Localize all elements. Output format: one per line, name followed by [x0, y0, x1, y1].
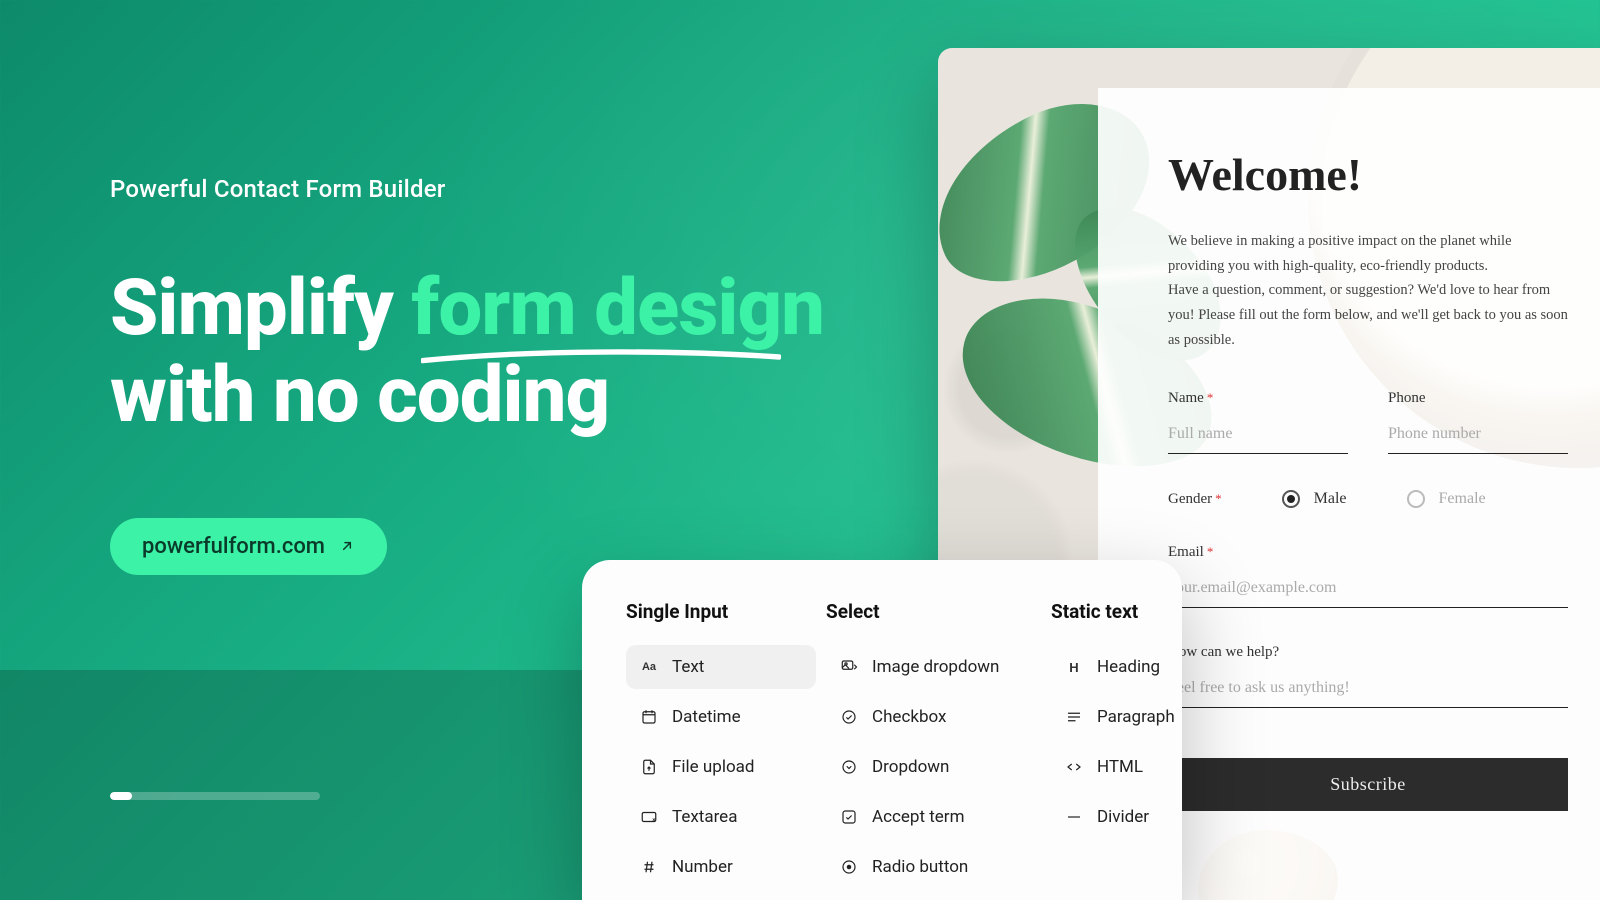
cta-button[interactable]: powerfulform.com: [110, 518, 387, 575]
palette-item-label: Number: [672, 857, 733, 877]
calendar-icon: [640, 708, 658, 726]
palette-item-number[interactable]: Number: [626, 845, 816, 889]
palette-item-text[interactable]: Aa Text: [626, 645, 816, 689]
email-input[interactable]: [1168, 573, 1568, 608]
palette-item-label: Image dropdown: [872, 657, 999, 677]
palette-item-textarea[interactable]: Textarea: [626, 795, 816, 839]
textarea-icon: [640, 808, 658, 826]
elements-palette: Single Input Aa Text Datetime File uploa…: [582, 560, 1182, 900]
palette-item-label: Heading: [1097, 657, 1160, 677]
palette-item-label: Radio button: [872, 857, 968, 877]
email-label: Email*: [1168, 544, 1568, 561]
form-title: Welcome!: [1168, 148, 1568, 201]
palette-item-accept-term[interactable]: Accept term: [826, 795, 1041, 839]
palette-item-image-dropdown[interactable]: Image dropdown: [826, 645, 1041, 689]
palette-item-label: Dropdown: [872, 757, 949, 777]
palette-item-label: Text: [672, 657, 704, 677]
gender-female-radio[interactable]: Female: [1407, 490, 1486, 508]
underline-swoosh-icon: [421, 348, 781, 366]
headline-highlight-text: form design: [411, 263, 824, 354]
gender-male-label: Male: [1314, 490, 1347, 508]
carousel-progress-fill: [110, 792, 132, 800]
name-label: Name*: [1168, 390, 1348, 407]
gender-male-radio[interactable]: Male: [1282, 490, 1347, 508]
divider-icon: [1065, 808, 1083, 826]
palette-item-file-upload[interactable]: File upload: [626, 745, 816, 789]
eyebrow-text: Powerful Contact Form Builder: [110, 175, 824, 203]
palette-item-label: Divider: [1097, 807, 1149, 827]
text-icon: Aa: [640, 658, 658, 676]
palette-col-static-text: Static text H Heading Paragraph HTML Div…: [1051, 600, 1182, 900]
paragraph-icon: [1065, 708, 1083, 726]
hero-section: Powerful Contact Form Builder Simplify f…: [110, 175, 824, 575]
form-intro-line2: Have a question, comment, or suggestion?…: [1168, 282, 1568, 347]
palette-item-label: Textarea: [672, 807, 737, 827]
palette-item-checkbox[interactable]: Checkbox: [826, 695, 1041, 739]
arrow-up-right-icon: [339, 538, 355, 554]
image-dropdown-icon: [840, 658, 858, 676]
palette-item-datetime[interactable]: Datetime: [626, 695, 816, 739]
palette-item-label: Paragraph: [1097, 707, 1175, 727]
file-upload-icon: [640, 758, 658, 776]
palette-item-divider[interactable]: Divider: [1051, 795, 1182, 839]
help-input[interactable]: [1168, 673, 1568, 708]
gender-female-label: Female: [1439, 490, 1486, 508]
name-input[interactable]: [1168, 419, 1348, 454]
palette-item-paragraph[interactable]: Paragraph: [1051, 695, 1182, 739]
headline-pre: Simplify: [110, 263, 411, 354]
html-icon: [1065, 758, 1083, 776]
palette-item-dropdown[interactable]: Dropdown: [826, 745, 1041, 789]
palette-item-label: Datetime: [672, 707, 741, 727]
radio-selected-icon: [1282, 490, 1300, 508]
phone-label: Phone: [1388, 390, 1568, 407]
cta-label: powerfulform.com: [142, 534, 325, 559]
palette-col-single-input: Single Input Aa Text Datetime File uploa…: [626, 600, 816, 900]
heading-icon: H: [1065, 658, 1083, 676]
phone-input[interactable]: [1388, 419, 1568, 454]
palette-item-label: HTML: [1097, 757, 1143, 777]
form-intro: We believe in making a positive impact o…: [1168, 229, 1568, 352]
radio-icon: [840, 858, 858, 876]
palette-item-label: File upload: [672, 757, 754, 777]
palette-heading: Static text: [1051, 600, 1182, 623]
radio-unselected-icon: [1407, 490, 1425, 508]
palette-item-html[interactable]: HTML: [1051, 745, 1182, 789]
palette-item-label: Checkbox: [872, 707, 946, 727]
palette-col-select: Select Image dropdown Checkbox Dropdown …: [826, 600, 1041, 900]
palette-heading: Single Input: [626, 600, 816, 623]
palette-heading: Select: [826, 600, 1041, 623]
carousel-progress[interactable]: [110, 792, 320, 800]
palette-item-label: Accept term: [872, 807, 964, 827]
help-label: How can we help?: [1168, 644, 1568, 661]
palette-item-heading[interactable]: H Heading: [1051, 645, 1182, 689]
gender-label: Gender*: [1168, 491, 1222, 508]
accept-term-icon: [840, 808, 858, 826]
form-intro-line1: We believe in making a positive impact o…: [1168, 233, 1512, 274]
palette-item-radio-button[interactable]: Radio button: [826, 845, 1041, 889]
subscribe-button[interactable]: Subscribe: [1168, 758, 1568, 811]
number-icon: [640, 858, 658, 876]
checkbox-icon: [840, 708, 858, 726]
dropdown-icon: [840, 758, 858, 776]
headline: Simplify form design with no coding: [110, 265, 824, 440]
headline-highlight: form design: [411, 265, 824, 352]
